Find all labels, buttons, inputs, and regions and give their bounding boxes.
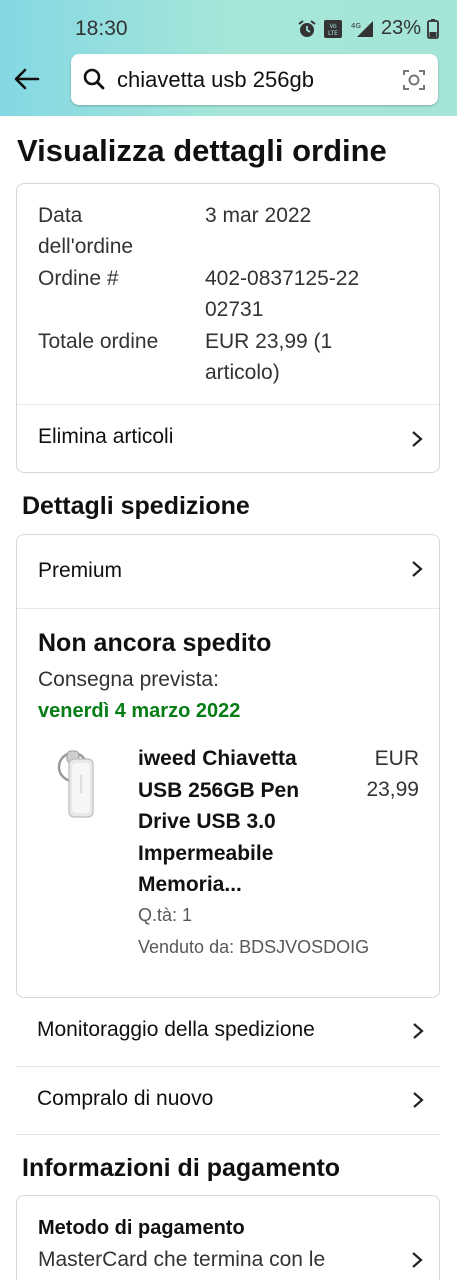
order-total-label: Totale ordine (38, 330, 159, 353)
status-icons: Vo LTE 4G 23% (297, 17, 439, 40)
back-arrow-icon[interactable] (10, 62, 44, 96)
order-date-value: 3 mar 2022 (205, 204, 312, 227)
delivery-label: Consegna prevista: (38, 668, 219, 691)
buy-again-label: Compralo di nuovo (37, 1087, 214, 1110)
payment-method-card[interactable]: Metodo di pagamento MasterCard che termi… (16, 1195, 440, 1280)
order-date-label: Data dell'ordine (38, 204, 134, 258)
order-number-value: 402-0837125-2202731 (205, 267, 360, 321)
volte-icon: Vo LTE (323, 19, 342, 38)
product-price: EUR 23,99 (366, 747, 419, 801)
product-seller: Venduto da: BDSJVOSDOIG (138, 937, 370, 957)
buy-again-row[interactable]: Compralo di nuovo (16, 1066, 440, 1134)
battery-percent: 23% (380, 17, 421, 39)
shipment-card: Premium Non ancora spedito Consegna prev… (16, 534, 440, 998)
product-quantity: Q.tà: 1 (138, 905, 193, 925)
shipping-method-label: Premium (38, 559, 123, 582)
svg-text:4G: 4G (351, 22, 361, 30)
search-query: chiavetta usb 256gb (117, 67, 314, 92)
status-time: 18:30 (75, 17, 128, 40)
product-thumbnail[interactable] (53, 745, 103, 825)
order-number-label: Ordine # (38, 267, 119, 290)
battery-icon (427, 18, 439, 39)
divider (16, 1134, 440, 1135)
page-title: Visualizza dettagli ordine (17, 133, 387, 168)
chevron-right-icon (412, 561, 423, 577)
chevron-right-icon (413, 1023, 424, 1039)
track-shipment-row[interactable]: Monitoraggio della spedizione (16, 997, 440, 1065)
payment-method-desc: MasterCard che termina con le (38, 1248, 326, 1271)
app-header: 18:30 Vo LTE 4G 23% chiavetta usb 256gb (0, 0, 457, 116)
shipping-method-row[interactable]: Premium (17, 535, 439, 608)
chevron-right-icon (413, 1092, 424, 1108)
svg-text:LTE: LTE (328, 30, 338, 37)
signal-icon: 4G (351, 20, 373, 37)
chevron-right-icon (412, 1252, 423, 1268)
svg-text:Vo: Vo (329, 23, 337, 30)
product-title-link[interactable]: iweed Chiavetta USB 256GB Pen Drive USB … (138, 743, 343, 901)
shipment-status: Non ancora spedito (38, 629, 272, 657)
order-total-value: EUR 23,99 (1 articolo) (205, 330, 333, 384)
divider (17, 608, 439, 609)
delete-items-row[interactable]: Elimina articoli (17, 405, 439, 473)
order-summary-card: Data dell'ordine 3 mar 2022 Ordine # 402… (16, 183, 440, 473)
camera-lens-icon[interactable] (402, 68, 426, 92)
delete-items-label: Elimina articoli (38, 425, 174, 448)
track-shipment-label: Monitoraggio della spedizione (37, 1018, 315, 1041)
shipping-section-title: Dettagli spedizione (22, 492, 250, 520)
search-input[interactable]: chiavetta usb 256gb (71, 54, 438, 105)
delivery-date: venerdì 4 marzo 2022 (38, 700, 241, 722)
search-icon (83, 68, 105, 90)
alarm-icon (298, 19, 316, 37)
payment-method-title: Metodo di pagamento (38, 1217, 245, 1239)
chevron-right-icon (412, 431, 423, 447)
payment-section-title: Informazioni di pagamento (22, 1154, 341, 1182)
